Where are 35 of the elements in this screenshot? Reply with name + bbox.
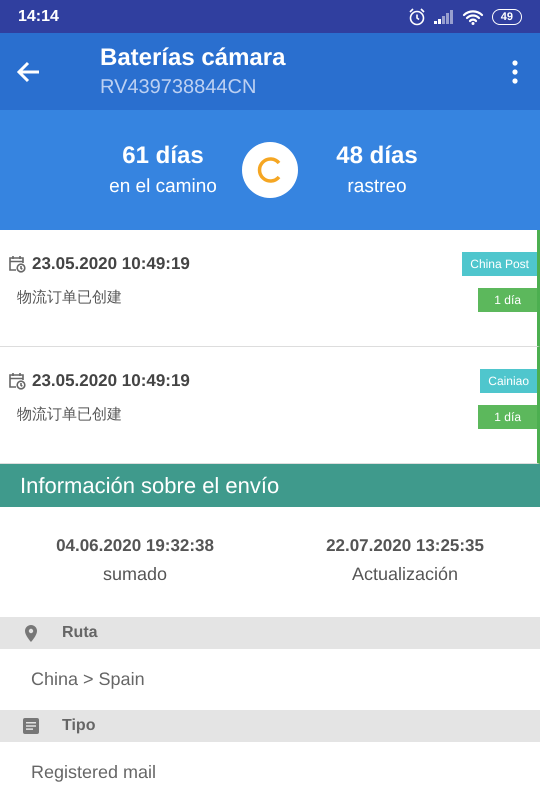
info-label: Tipo (62, 717, 96, 735)
location-pin-icon (25, 624, 37, 642)
carrier-tag: China Post (462, 252, 537, 276)
more-options-icon[interactable] (512, 60, 518, 84)
status-time: 14:14 (18, 8, 59, 26)
info-value: Registered mail (31, 762, 156, 783)
document-icon (23, 718, 39, 734)
date-label: Actualización (352, 564, 458, 585)
date-label: sumado (102, 564, 168, 585)
duration-tag: 1 día (478, 288, 537, 312)
wifi-icon (462, 8, 484, 24)
info-value: China > Spain (31, 669, 145, 690)
tracking-number: RV439738844CN (100, 76, 258, 99)
alarm-icon (408, 8, 426, 26)
summary-value: 48 días (336, 142, 418, 170)
info-label: Ruta (62, 624, 98, 642)
battery-indicator: 49 (492, 8, 522, 24)
event-description: 物流订单已创建 (17, 288, 123, 307)
back-arrow-icon[interactable] (16, 60, 40, 82)
summary-label: rastreo (347, 176, 407, 198)
section-header: Información sobre el envío (0, 464, 540, 507)
app-bar-title: Baterías cámara (100, 44, 287, 72)
summary-label: en el camino (109, 176, 217, 198)
calendar-clock-icon (8, 372, 26, 390)
calendar-clock-icon (8, 255, 26, 273)
carrier-tag: Cainiao (480, 369, 537, 393)
date-value: 22.07.2020 13:25:35 (326, 536, 484, 556)
event-datetime: 23.05.2020 10:49:19 (32, 371, 190, 391)
loading-arc-icon (257, 157, 283, 183)
duration-tag: 1 día (478, 405, 537, 429)
summary-value: 61 días (122, 142, 204, 170)
event-description: 物流订单已创建 (17, 405, 123, 424)
signal-icon (434, 10, 454, 24)
event-datetime: 23.05.2020 10:49:19 (32, 254, 190, 274)
date-value: 04.06.2020 19:32:38 (56, 536, 214, 556)
